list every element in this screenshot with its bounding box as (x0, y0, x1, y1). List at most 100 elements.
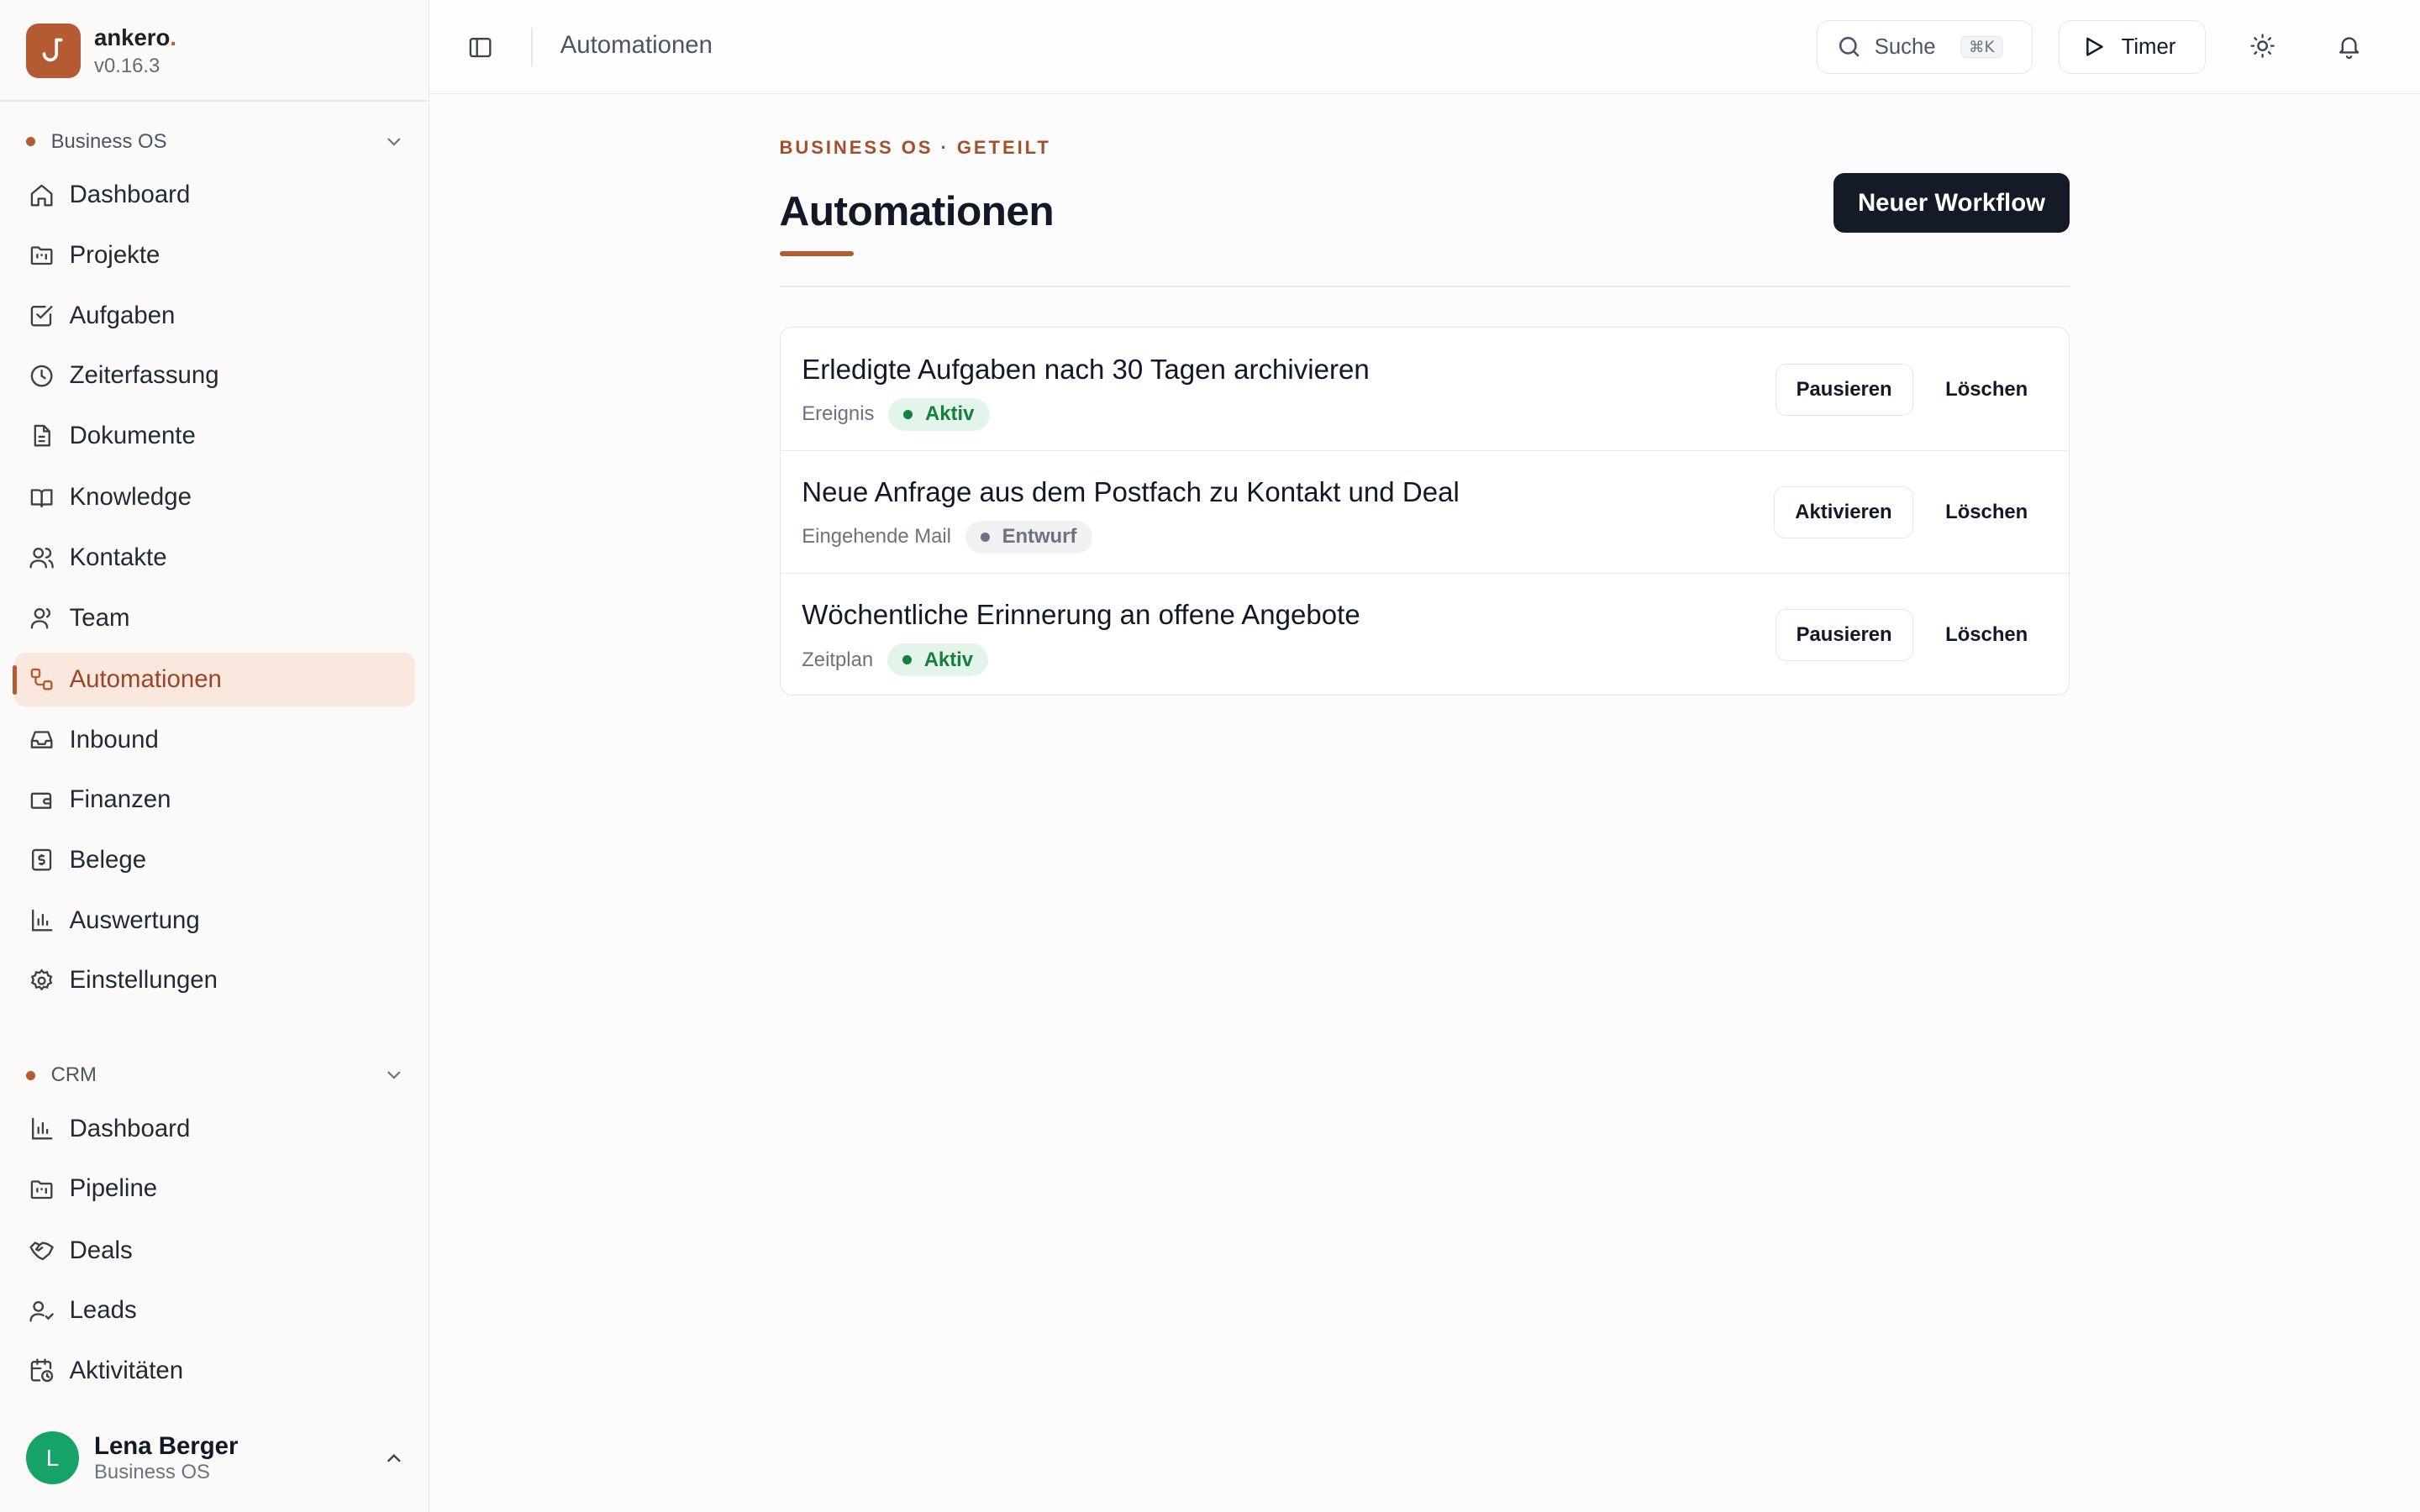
play-icon (2081, 34, 2106, 59)
handshake-icon (28, 1236, 55, 1264)
search-label: Suche (1874, 34, 1936, 59)
sun-icon[interactable] (2245, 29, 2279, 63)
sidebar-item-label: Pipeline (69, 1174, 158, 1203)
sidebar-item-label: Dashboard (69, 181, 191, 209)
sidebar-item-label: Dashboard (69, 1114, 191, 1142)
user-check-icon (28, 1297, 55, 1325)
sidebar-item-label: Belege (69, 845, 147, 874)
gear-icon (28, 967, 55, 995)
chevron-down-icon (383, 131, 405, 153)
activate-button[interactable]: Aktivieren (1774, 486, 1913, 539)
sidebar-item-dokumente[interactable]: Dokumente (14, 409, 416, 463)
status-dot (980, 532, 990, 542)
workflow-row[interactable]: Neue Anfrage aus dem Postfach zu Kontakt… (780, 451, 2069, 574)
sidebar-item-einstellungen[interactable]: Einstellungen (14, 953, 416, 1007)
status-label: Entwurf (1002, 525, 1077, 549)
section-title: Business OS (50, 129, 167, 153)
page-title: Automationen (779, 187, 1055, 235)
section-header-crm[interactable]: CRM (26, 1058, 404, 1092)
brand[interactable]: ankero. v0.16.3 (26, 24, 176, 79)
bar-chart-icon (28, 1115, 55, 1142)
sidebar-toggle-icon[interactable] (463, 31, 497, 65)
sidebar-item-auswertung[interactable]: Auswertung (14, 893, 416, 947)
workflow-trigger: Ereignis (802, 402, 875, 426)
clock-icon (28, 362, 55, 390)
pause-button[interactable]: Pausieren (1775, 363, 1913, 417)
sidebar-item-belege[interactable]: Belege (14, 833, 416, 887)
inbox-icon (28, 726, 55, 753)
sidebar-item-pipeline[interactable]: Pipeline (14, 1162, 416, 1215)
sidebar-item-label: Automationen (69, 665, 222, 694)
folder-kanban-icon (28, 241, 55, 269)
sidebar-item-aktivitaeten[interactable]: Aktivitäten (14, 1344, 416, 1398)
wallet-icon (28, 786, 55, 814)
workflow-name: Wöchentliche Erinnerung an offene Angebo… (802, 599, 1360, 631)
sidebar-item-deals[interactable]: Deals (14, 1224, 416, 1278)
workflow-row[interactable]: Wöchentliche Erinnerung an offene Angebo… (781, 574, 2069, 696)
title-accent (779, 251, 854, 256)
sidebar-item-aufgaben[interactable]: Aufgaben (14, 288, 416, 342)
sidebar-item-label: Aufgaben (69, 301, 176, 329)
delete-button[interactable]: Löschen (1924, 609, 2049, 661)
divider (779, 285, 2070, 287)
sidebar-item-team[interactable]: Team (14, 591, 416, 644)
pause-button[interactable]: Pausieren (1775, 608, 1913, 662)
status-badge: Entwurf (965, 521, 1092, 554)
delete-button[interactable]: Löschen (1924, 364, 2049, 416)
brand-name: ankero. (94, 24, 177, 51)
search-button[interactable]: Suche ⌘K (1816, 19, 2033, 75)
section-title: CRM (50, 1063, 97, 1087)
delete-button[interactable]: Löschen (1924, 486, 2049, 538)
sidebar-item-zeiterfassung[interactable]: Zeiterfassung (14, 349, 416, 402)
sidebar-item-automationen[interactable]: Automationen (12, 652, 416, 707)
sidebar: ankero. v0.16.3 Business OS Dashboard Pr… (0, 0, 429, 1512)
sidebar-item-label: Deals (69, 1236, 133, 1264)
workflow-list: Erledigte Aufgaben nach 30 Tagen archivi… (779, 327, 2070, 696)
section-header-business-os[interactable]: Business OS (26, 125, 404, 159)
sidebar-item-label: Auswertung (69, 906, 200, 934)
user-name: Lena Berger (94, 1431, 239, 1460)
sidebar-item-projekte[interactable]: Projekte (14, 228, 416, 282)
user-menu[interactable]: L Lena Berger Business OS (26, 1429, 404, 1488)
sidebar-item-finanzen[interactable]: Finanzen (14, 773, 416, 827)
sidebar-item-knowledge[interactable]: Knowledge (14, 470, 416, 524)
new-workflow-button[interactable]: Neuer Workflow (1833, 172, 2070, 234)
sidebar-item-label: Einstellungen (69, 966, 218, 995)
sidebar-item-inbound[interactable]: Inbound (14, 713, 416, 767)
page-eyebrow: BUSINESS OS · GETEILT (779, 137, 1051, 159)
app-version: v0.16.3 (94, 54, 160, 77)
status-badge: Aktiv (886, 643, 989, 676)
avatar: L (26, 1431, 79, 1484)
sidebar-item-label: Inbound (69, 725, 159, 753)
bell-icon[interactable] (2332, 29, 2365, 63)
book-icon (28, 484, 55, 512)
sidebar-item-crm-dashboard[interactable]: Dashboard (14, 1101, 416, 1155)
status-badge: Aktiv (887, 397, 990, 431)
sidebar-item-label: Dokumente (69, 421, 196, 449)
home-icon (28, 181, 55, 209)
sidebar-item-label: Zeiterfassung (69, 361, 219, 390)
timer-button[interactable]: Timer (2059, 19, 2206, 75)
sidebar-item-leads[interactable]: Leads (14, 1284, 416, 1337)
sidebar-item-kontakte[interactable]: Kontakte (14, 531, 416, 585)
breadcrumb: Automationen (560, 30, 713, 59)
sidebar-item-dashboard[interactable]: Dashboard (14, 168, 416, 222)
divider (0, 100, 429, 102)
timer-label: Timer (2121, 34, 2176, 59)
workflow-name: Neue Anfrage aus dem Postfach zu Kontakt… (802, 476, 1460, 508)
sidebar-item-label: Knowledge (69, 483, 192, 512)
topbar: Automationen Suche ⌘K Timer (429, 0, 2420, 95)
section-dot (26, 1070, 36, 1080)
workflow-row[interactable]: Erledigte Aufgaben nach 30 Tagen archivi… (780, 328, 2069, 451)
file-text-icon (28, 422, 55, 449)
workflow-name: Erledigte Aufgaben nach 30 Tagen archivi… (802, 354, 1370, 386)
calendar-clock-icon (28, 1357, 55, 1384)
divider (530, 28, 533, 66)
bar-chart-icon (28, 906, 55, 934)
sidebar-item-label: Team (69, 603, 130, 632)
search-shortcut: ⌘K (1960, 35, 2003, 59)
status-dot (902, 655, 913, 665)
sidebar-item-label: Aktivitäten (69, 1356, 184, 1384)
chevron-up-icon (383, 1447, 405, 1469)
status-dot (903, 409, 913, 419)
